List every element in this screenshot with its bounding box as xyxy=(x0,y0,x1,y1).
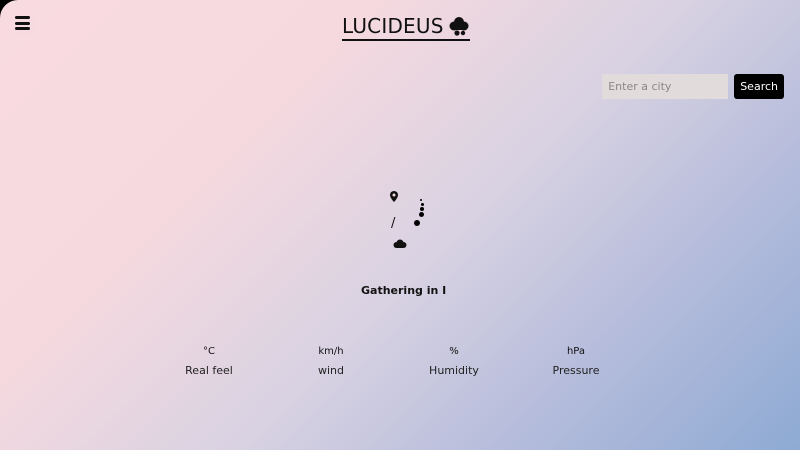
spinner-dot xyxy=(420,207,424,211)
stat-real-feel: °C Real feel xyxy=(164,346,254,377)
stat-label: Humidity xyxy=(429,364,479,377)
menu-bar xyxy=(15,21,30,25)
search-bar: Search xyxy=(602,74,784,99)
temperature-separator: / xyxy=(391,216,396,231)
cloud-icon xyxy=(393,239,407,248)
menu-bar xyxy=(15,16,30,19)
stat-label: Pressure xyxy=(552,364,600,377)
stat-humidity: % Humidity xyxy=(409,346,499,377)
cloud-logo-icon xyxy=(449,17,469,36)
menu-bar xyxy=(15,27,30,30)
map-pin-icon xyxy=(390,191,398,202)
stat-unit: hPa xyxy=(566,346,586,357)
hamburger-menu-icon[interactable] xyxy=(15,16,30,30)
spinner-dot xyxy=(421,203,424,206)
brand-logo-link[interactable]: LUCIDEUS xyxy=(342,14,470,41)
stat-unit: °C xyxy=(203,346,215,357)
stat-wind: km/h wind xyxy=(286,346,376,377)
spinner-dot xyxy=(414,220,420,226)
stat-unit: km/h xyxy=(318,346,344,357)
stat-unit: % xyxy=(449,346,459,357)
loading-text: Gathering in I xyxy=(361,284,447,297)
stat-label: Real feel xyxy=(185,364,233,377)
stat-label: wind xyxy=(317,364,344,377)
stat-pressure: hPa Pressure xyxy=(531,346,621,377)
spinner-dot xyxy=(419,212,424,217)
brand-title: LUCIDEUS xyxy=(342,14,444,38)
search-button[interactable]: Search xyxy=(734,74,784,99)
city-search-input[interactable] xyxy=(602,74,729,99)
spinner-dot xyxy=(420,199,422,201)
